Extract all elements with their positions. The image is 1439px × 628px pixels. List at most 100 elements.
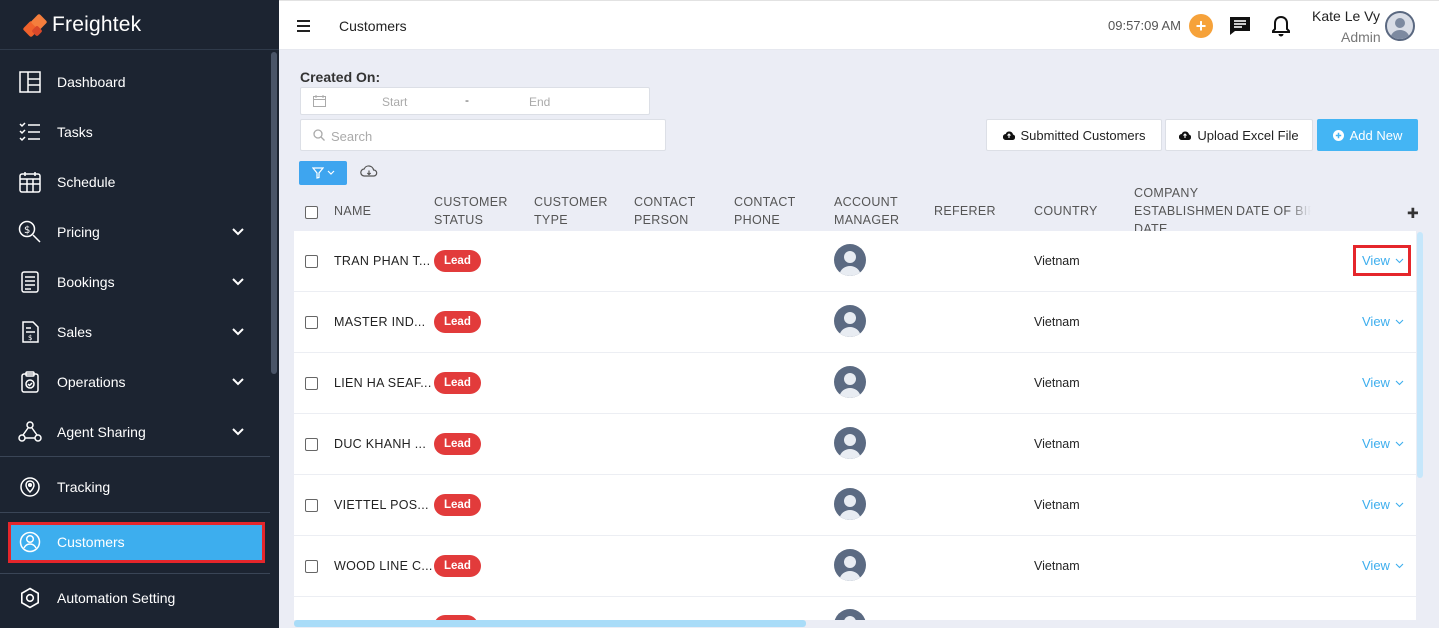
view-label: View	[1362, 375, 1390, 390]
svg-text:$: $	[28, 334, 32, 342]
chevron-down-icon	[232, 328, 244, 336]
search-input[interactable]	[331, 126, 631, 146]
submitted-customers-button[interactable]: Submitted Customers	[986, 119, 1162, 151]
chat-icon[interactable]	[1229, 16, 1251, 36]
filter-icon	[311, 167, 324, 179]
clock-time: 09:57:09 AM	[1108, 18, 1181, 33]
column-header-referer[interactable]: REFERER	[934, 202, 996, 220]
table-row-partial[interactable]	[294, 597, 1416, 620]
column-header-customer-status[interactable]: CUSTOMER STATUS	[434, 193, 514, 229]
user-role: Admin	[1341, 29, 1381, 45]
chevron-down-icon	[232, 428, 244, 436]
sidebar-scrollbar[interactable]	[271, 52, 277, 374]
start-date-field[interactable]: Start	[382, 95, 407, 109]
sidebar-item-sales[interactable]: $ Sales	[0, 307, 270, 357]
chevron-down-icon	[232, 228, 244, 236]
table-row[interactable]: MASTER IND... Lead Vietnam View	[294, 292, 1416, 353]
column-header-account-manager[interactable]: ACCOUNT MANAGER	[834, 193, 914, 229]
column-header-country[interactable]: COUNTRY	[1034, 202, 1098, 220]
sidebar-item-automation-setting[interactable]: Automation Setting	[0, 573, 270, 623]
avatar[interactable]	[1385, 11, 1415, 41]
tasks-icon	[18, 120, 42, 144]
dashboard-icon	[18, 70, 42, 94]
select-all-checkbox[interactable]	[305, 206, 318, 219]
quick-add-icon[interactable]: +	[1189, 14, 1213, 38]
view-dropdown[interactable]: View	[1362, 375, 1404, 390]
column-header-customer-type[interactable]: CUSTOMER TYPE	[534, 193, 614, 229]
brand-logo[interactable]: Freightek	[0, 0, 279, 50]
sidebar-divider	[0, 512, 270, 513]
row-checkbox[interactable]	[305, 316, 318, 329]
sidebar-item-bookings[interactable]: Bookings	[0, 257, 270, 307]
upload-excel-label: Upload Excel File	[1197, 127, 1299, 143]
table-header: NAME CUSTOMER STATUS CUSTOMER TYPE CONTA…	[294, 186, 1424, 231]
customer-name[interactable]: WOOD LINE C...	[334, 559, 433, 573]
column-header-date-of-birth[interactable]: DATE OF BIRTH	[1236, 202, 1311, 220]
view-dropdown[interactable]: View	[1362, 497, 1404, 512]
row-checkbox[interactable]	[305, 255, 318, 268]
sidebar-item-label: Agent Sharing	[57, 424, 146, 440]
sidebar: Freightek Dashboard Tasks Schedule $ Pri…	[0, 0, 279, 628]
customer-name[interactable]: TRAN PHAN T...	[334, 254, 430, 268]
column-header-company-establishment-date[interactable]: COMPANY ESTABLISHMENT DATE	[1134, 184, 1232, 231]
submitted-customers-label: Submitted Customers	[1020, 127, 1146, 143]
sidebar-item-agent-sharing[interactable]: Agent Sharing	[0, 407, 270, 457]
sidebar-divider	[0, 456, 270, 457]
upload-excel-button[interactable]: Upload Excel File	[1165, 119, 1313, 151]
row-checkbox[interactable]	[305, 438, 318, 451]
row-checkbox[interactable]	[305, 499, 318, 512]
table-row[interactable]: WOOD LINE C... Lead Vietnam View	[294, 536, 1416, 597]
sidebar-item-dashboard[interactable]: Dashboard	[0, 57, 270, 107]
view-label: View	[1362, 436, 1390, 451]
menu-toggle-icon[interactable]	[297, 20, 310, 32]
table-row[interactable]: LIEN HA SEAF... Lead Vietnam View	[294, 353, 1416, 414]
customer-name[interactable]: VIETTEL POS...	[334, 498, 429, 512]
sidebar-item-pricing[interactable]: $ Pricing	[0, 207, 270, 257]
filter-button[interactable]	[299, 161, 347, 185]
plus-circle-icon	[1332, 129, 1344, 141]
sidebar-item-schedule[interactable]: Schedule	[0, 157, 270, 207]
row-checkbox[interactable]	[305, 377, 318, 390]
status-badge: Lead	[434, 555, 481, 577]
freightek-logo-icon	[22, 13, 48, 37]
bell-icon[interactable]	[1271, 15, 1291, 37]
avatar	[834, 549, 866, 581]
customer-name[interactable]: DUC KHANH ...	[334, 437, 426, 451]
sidebar-item-tracking[interactable]: Tracking	[0, 462, 270, 512]
cloud-download-icon[interactable]	[360, 165, 378, 179]
view-dropdown[interactable]: View	[1362, 558, 1404, 573]
view-dropdown[interactable]: View	[1362, 436, 1404, 451]
customer-name[interactable]: MASTER IND...	[334, 315, 425, 329]
chevron-down-icon	[1395, 563, 1404, 568]
user-name[interactable]: Kate Le Vy	[1312, 8, 1380, 24]
bookings-icon	[18, 270, 42, 294]
view-dropdown[interactable]: View	[1362, 314, 1404, 329]
column-header-name[interactable]: NAME	[334, 202, 371, 220]
customer-name[interactable]: LIEN HA SEAF...	[334, 376, 432, 390]
automation-icon	[18, 586, 42, 610]
end-date-field[interactable]: End	[529, 95, 550, 109]
date-range-picker[interactable]: Start - End	[300, 87, 650, 115]
table-row[interactable]: DUC KHANH ... Lead Vietnam View	[294, 414, 1416, 475]
customer-country: Vietnam	[1034, 376, 1080, 390]
sidebar-item-label: Schedule	[57, 174, 116, 190]
avatar	[834, 609, 866, 620]
column-header-contact-phone[interactable]: CONTACT PHONE	[734, 193, 809, 229]
avatar	[834, 305, 866, 337]
tracking-icon	[18, 475, 42, 499]
operations-icon	[18, 370, 42, 394]
table-horizontal-scrollbar[interactable]	[294, 620, 806, 627]
row-checkbox[interactable]	[305, 560, 318, 573]
sidebar-item-tasks[interactable]: Tasks	[0, 107, 270, 157]
table-row[interactable]: TRAN PHAN T... Lead Vietnam View	[294, 231, 1416, 292]
table-row[interactable]: VIETTEL POS... Lead Vietnam View	[294, 475, 1416, 536]
column-header-contact-person[interactable]: CONTACT PERSON	[634, 193, 709, 229]
customers-table-body: TRAN PHAN T... Lead Vietnam View MASTER …	[294, 231, 1416, 620]
sidebar-item-operations[interactable]: Operations	[0, 357, 270, 407]
table-vertical-scrollbar[interactable]	[1417, 232, 1423, 478]
sidebar-item-label: Bookings	[57, 274, 115, 290]
add-column-icon[interactable]: ✚	[1407, 205, 1419, 222]
add-new-button[interactable]: Add New	[1317, 119, 1418, 151]
sidebar-item-customers[interactable]: Customers	[0, 517, 270, 567]
pricing-icon: $	[18, 220, 42, 244]
